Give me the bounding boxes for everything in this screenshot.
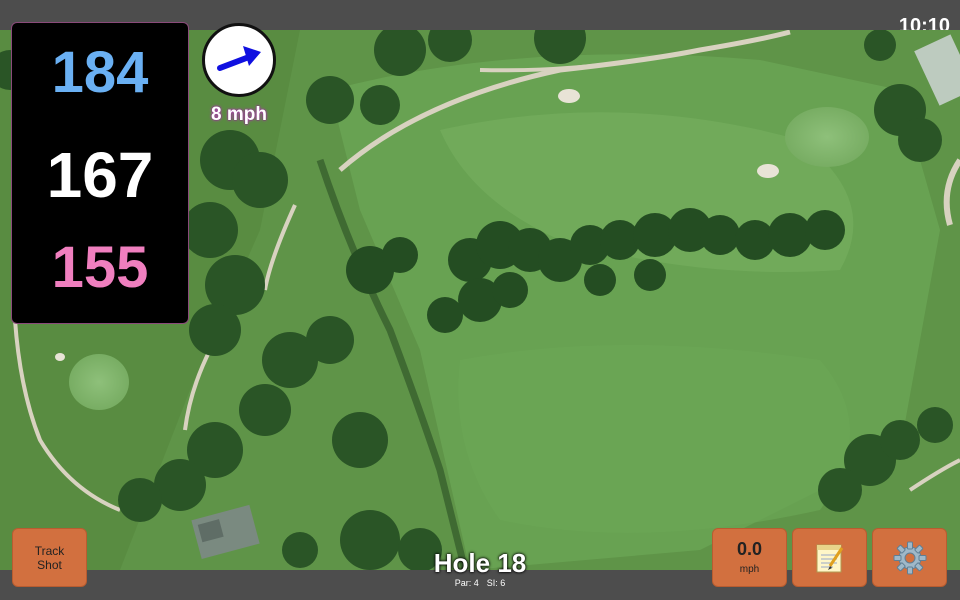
arrow-right-icon: [217, 46, 261, 71]
hole-info: Hole 18 Par: 4 SI: 6: [400, 548, 560, 589]
wind-speed-label: 8 mph: [211, 104, 267, 125]
hole-par: Par: 4: [454, 578, 479, 588]
hole-stroke-index: SI: 6: [486, 578, 506, 588]
hole-title: Hole 18: [433, 548, 527, 578]
notes-button[interactable]: [792, 528, 867, 587]
settings-button[interactable]: [872, 528, 947, 587]
gear-icon: [893, 541, 926, 574]
wind-direction-dial: [202, 23, 276, 97]
middle-yardage: 167: [46, 139, 154, 211]
track-shot-label-line1: Track: [34, 543, 65, 558]
notepad-icon: [816, 544, 843, 572]
speed-unit: mph: [739, 563, 760, 575]
track-shot-button[interactable]: Track Shot: [12, 528, 87, 587]
speed-value: 0.0: [736, 538, 763, 559]
front-yardage: 155: [51, 235, 149, 300]
track-shot-label-line2: Shot: [37, 557, 62, 572]
hole-details: Par: 4 SI: 6: [400, 578, 560, 589]
back-yardage: 184: [51, 40, 149, 105]
speed-button[interactable]: 0.0 mph: [712, 528, 787, 587]
yardage-panel: 184 167 155: [11, 22, 189, 324]
